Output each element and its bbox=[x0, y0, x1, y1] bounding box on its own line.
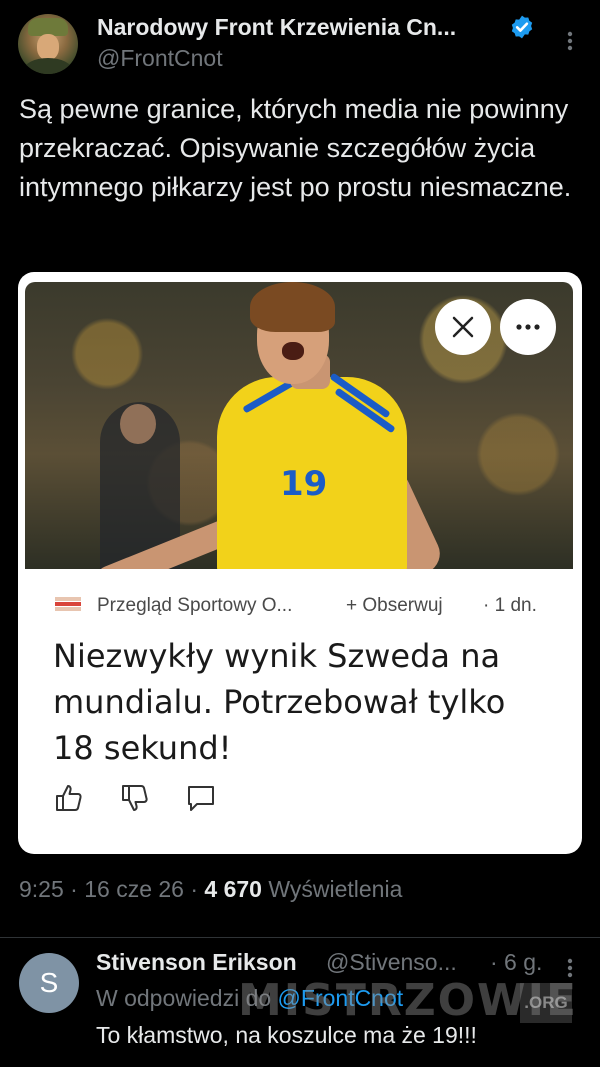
source-logo-icon bbox=[55, 597, 81, 611]
follow-button[interactable]: + Obserwuj bbox=[346, 595, 443, 617]
more-options-button[interactable] bbox=[500, 299, 556, 355]
author-name[interactable]: Narodowy Front Krzewienia Cn... bbox=[97, 14, 456, 41]
tweet-meta: 9:25 · 16 cze 26 · 4 670 Wyświetlenia bbox=[19, 876, 402, 903]
thumbs-down-icon[interactable] bbox=[119, 782, 151, 814]
comment-icon[interactable] bbox=[185, 782, 217, 814]
tweet-time[interactable]: 9:25 bbox=[19, 876, 64, 902]
reply-avatar[interactable]: S bbox=[19, 953, 79, 1013]
article-headline[interactable]: Niezwykły wynik Szweda na mundialu. Potr… bbox=[53, 633, 553, 771]
tweet-date[interactable]: 16 cze 26 bbox=[84, 876, 184, 902]
more-horizontal-icon bbox=[516, 324, 540, 330]
thumbs-up-icon[interactable] bbox=[53, 782, 85, 814]
reply-author-handle[interactable]: @Stivenso... bbox=[326, 949, 457, 976]
player-hair bbox=[250, 282, 335, 332]
author-avatar[interactable] bbox=[18, 14, 78, 74]
watermark-suffix: .ORG bbox=[520, 983, 572, 1023]
background-player-head bbox=[120, 404, 156, 444]
avatar-coat bbox=[24, 58, 72, 74]
jersey-number: 19 bbox=[280, 464, 328, 504]
close-icon bbox=[452, 316, 474, 338]
reply-author-name[interactable]: Stivenson Erikson bbox=[96, 949, 297, 976]
tweet-text: Są pewne granice, których media nie powi… bbox=[19, 94, 572, 202]
meta-separator: · bbox=[70, 876, 78, 902]
player-mouth bbox=[282, 342, 304, 360]
reply-time: · 6 g. bbox=[490, 949, 543, 975]
more-vertical-icon[interactable] bbox=[560, 26, 580, 56]
reply-text: To kłamstwo, na koszulce ma że 19!!! bbox=[96, 1022, 477, 1048]
card-time-ago: · 1 dn. bbox=[483, 595, 537, 616]
verified-badge-icon bbox=[511, 15, 533, 39]
close-button[interactable] bbox=[435, 299, 491, 355]
meta-separator: · bbox=[190, 876, 199, 902]
source-name[interactable]: Przegląd Sportowy O... bbox=[97, 595, 292, 617]
avatar-face bbox=[37, 34, 59, 60]
views-count: 4 670 bbox=[204, 876, 262, 902]
author-handle[interactable]: @FrontCnot bbox=[97, 45, 223, 72]
divider bbox=[0, 937, 600, 938]
views-label: Wyświetlenia bbox=[268, 876, 403, 902]
